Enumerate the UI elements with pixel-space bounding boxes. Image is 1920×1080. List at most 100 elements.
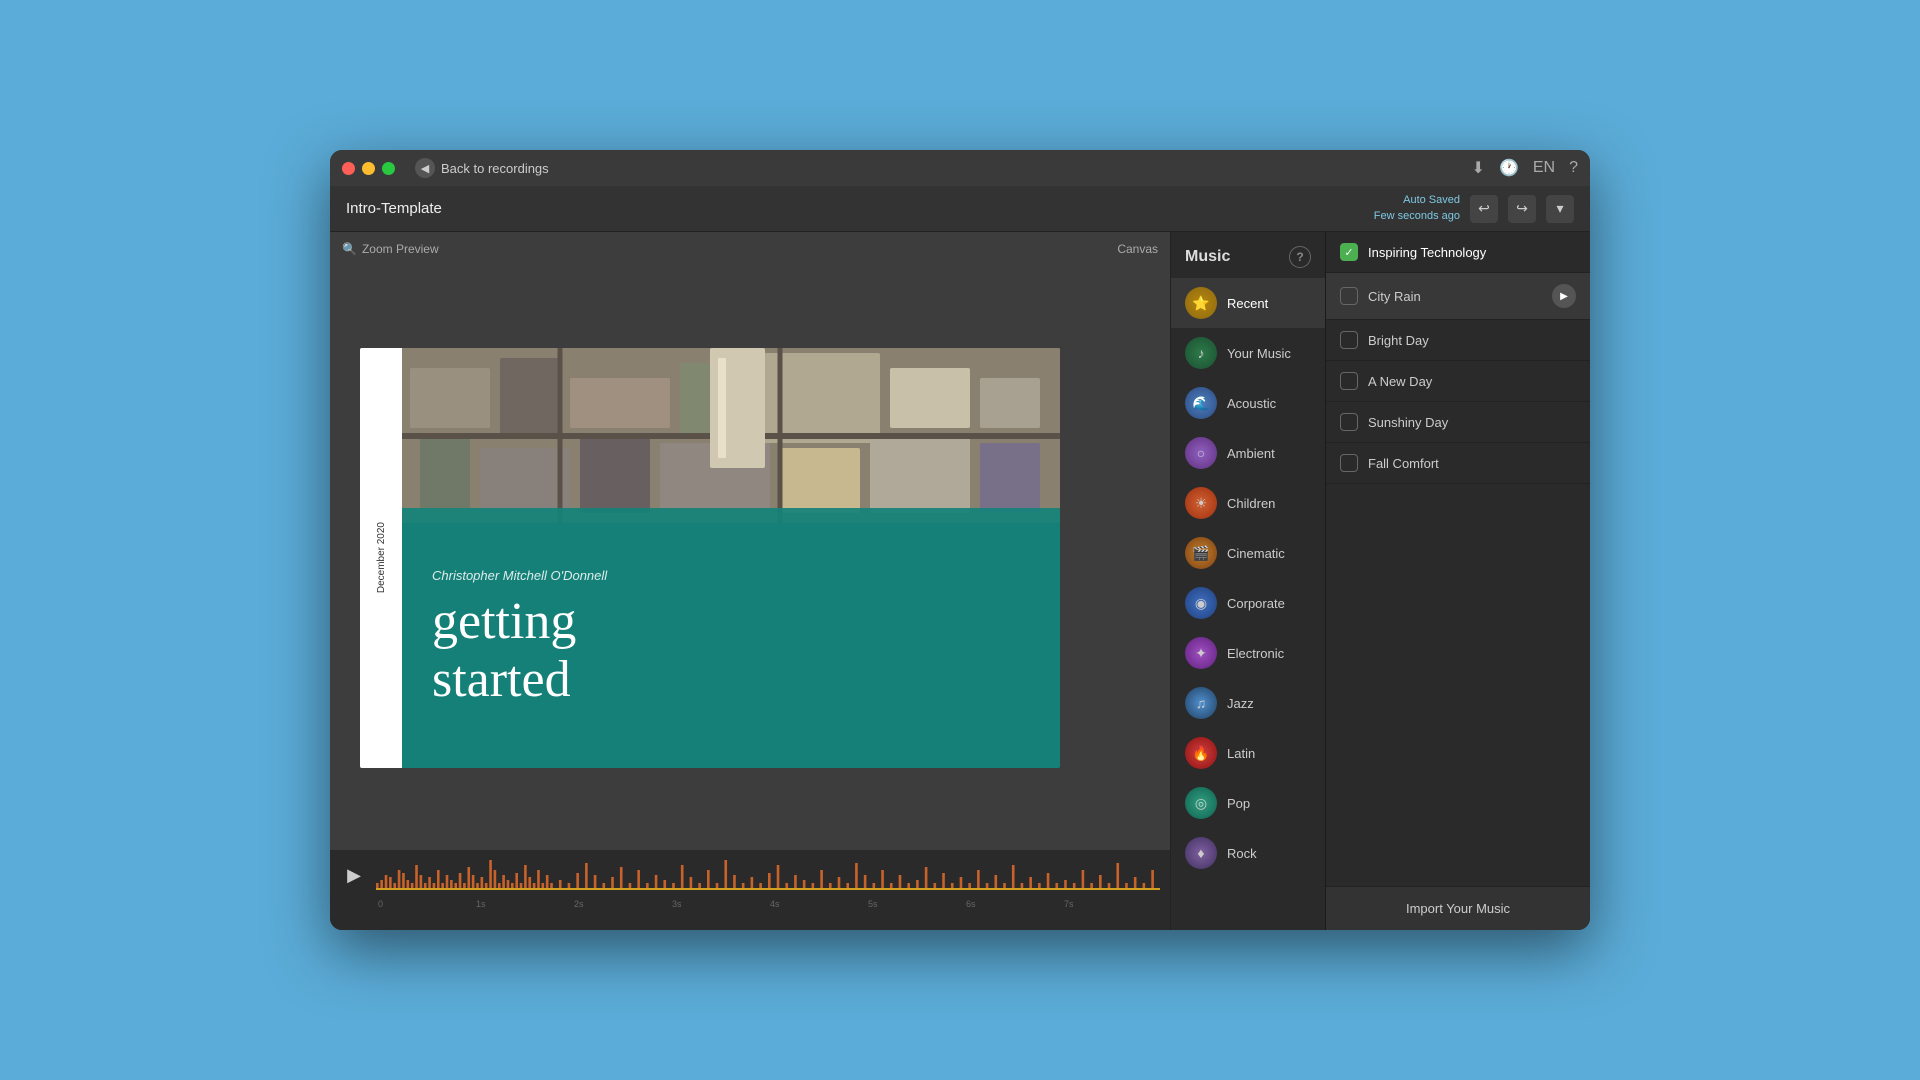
category-label-latin: Latin — [1227, 746, 1255, 761]
slide-content: Christopher Mitchell O'Donnell getting s… — [402, 508, 1060, 768]
maximize-button[interactable] — [382, 162, 395, 175]
ambient-icon: ○ — [1185, 437, 1217, 469]
auto-saved-status: Auto Saved Few seconds ago — [1374, 193, 1460, 224]
category-label-yourmusic: Your Music — [1227, 346, 1291, 361]
cinematic-icon: 🎬 — [1185, 537, 1217, 569]
track-name-cityrain: City Rain — [1368, 289, 1542, 304]
category-item-rock[interactable]: ♦ Rock — [1171, 828, 1325, 878]
track-name-sunshiny: Sunshiny Day — [1368, 415, 1576, 430]
ruler-mark-5s: 5s — [866, 899, 964, 909]
minimize-button[interactable] — [362, 162, 375, 175]
track-item-anewday[interactable]: A New Day — [1326, 361, 1590, 402]
track-checkbox-anewday[interactable] — [1340, 372, 1358, 390]
second-bar-right: Auto Saved Few seconds ago ↩ ↪ ▾ — [1374, 193, 1574, 224]
ruler-mark-6s: 6s — [964, 899, 1062, 909]
slide-date-bar: December 2020 — [360, 348, 402, 768]
track-item-cityrain[interactable]: City Rain ▶ — [1326, 273, 1590, 320]
track-checkbox-fallcomfort[interactable] — [1340, 454, 1358, 472]
track-name-inspiring: Inspiring Technology — [1368, 245, 1576, 260]
title-bar-right: ⬇ 🕐 EN ? — [1472, 158, 1578, 178]
ruler-mark-3s: 3s — [670, 899, 768, 909]
music-help-button[interactable]: ? — [1289, 246, 1311, 268]
canvas-toolbar-right: Canvas — [1117, 240, 1158, 258]
latin-icon: 🔥 — [1185, 737, 1217, 769]
track-item-brightday[interactable]: Bright Day — [1326, 320, 1590, 361]
rock-icon: ♦ — [1185, 837, 1217, 869]
slide-main-text: getting started — [432, 593, 1030, 707]
title-bar: ◀ Back to recordings ⬇ 🕐 EN ? — [330, 150, 1590, 186]
category-label-children: Children — [1227, 496, 1275, 511]
category-item-corporate[interactable]: ◉ Corporate — [1171, 578, 1325, 628]
category-label-pop: Pop — [1227, 796, 1250, 811]
traffic-lights — [342, 162, 395, 175]
children-icon: ☀ — [1185, 487, 1217, 519]
track-checkbox-inspiring[interactable]: ✓ — [1340, 243, 1358, 261]
timeline-ruler: 0 1s 2s 3s 4s 5s 6s 7s — [376, 899, 1160, 909]
language-selector[interactable]: EN — [1533, 159, 1555, 177]
track-checkbox-sunshiny[interactable] — [1340, 413, 1358, 431]
back-button[interactable]: ◀ Back to recordings — [415, 158, 549, 178]
back-label: Back to recordings — [441, 161, 549, 176]
track-list: ✓ Inspiring Technology City Rain ▶ Brigh… — [1326, 232, 1590, 930]
ruler-mark-0: 0 — [376, 899, 474, 909]
track-checkbox-brightday[interactable] — [1340, 331, 1358, 349]
category-label-acoustic: Acoustic — [1227, 396, 1276, 411]
category-label-corporate: Corporate — [1227, 596, 1285, 611]
canvas-toolbar: 🔍 Zoom Preview Canvas — [330, 232, 1170, 266]
help-icon[interactable]: ? — [1569, 159, 1578, 177]
track-name-anewday: A New Day — [1368, 374, 1576, 389]
timeline-track — [376, 855, 1160, 895]
slide[interactable]: December 2020 Christopher Mitchell O'Don… — [360, 348, 1060, 768]
import-music-button[interactable]: Import Your Music — [1326, 886, 1590, 930]
track-name-fallcomfort: Fall Comfort — [1368, 456, 1576, 471]
track-item-sunshiny[interactable]: Sunshiny Day — [1326, 402, 1590, 443]
more-options-button[interactable]: ▾ — [1546, 195, 1574, 223]
auto-saved-time: Few seconds ago — [1374, 209, 1460, 224]
pop-icon: ◎ — [1185, 787, 1217, 819]
category-item-cinematic[interactable]: 🎬 Cinematic — [1171, 528, 1325, 578]
ruler-mark-4s: 4s — [768, 899, 866, 909]
category-item-pop[interactable]: ◎ Pop — [1171, 778, 1325, 828]
play-button[interactable]: ▶ — [340, 861, 368, 889]
category-item-acoustic[interactable]: 🌊 Acoustic — [1171, 378, 1325, 428]
recent-icon: ⭐ — [1185, 287, 1217, 319]
category-item-jazz[interactable]: ♫ Jazz — [1171, 678, 1325, 728]
redo-button[interactable]: ↪ — [1508, 195, 1536, 223]
category-item-electronic[interactable]: ✦ Electronic — [1171, 628, 1325, 678]
undo-button[interactable]: ↩ — [1470, 195, 1498, 223]
category-item-yourmusic[interactable]: ♪ Your Music — [1171, 328, 1325, 378]
category-item-children[interactable]: ☀ Children — [1171, 478, 1325, 528]
category-item-ambient[interactable]: ○ Ambient — [1171, 428, 1325, 478]
timeline-bar: ▶ — [330, 850, 1170, 930]
category-item-latin[interactable]: 🔥 Latin — [1171, 728, 1325, 778]
electronic-icon: ✦ — [1185, 637, 1217, 669]
ruler-mark-2s: 2s — [572, 899, 670, 909]
track-item-inspiring[interactable]: ✓ Inspiring Technology — [1326, 232, 1590, 273]
auto-saved-label: Auto Saved — [1374, 193, 1460, 208]
category-label-cinematic: Cinematic — [1227, 546, 1285, 561]
yourmusic-icon: ♪ — [1185, 337, 1217, 369]
download-icon[interactable]: ⬇ — [1472, 158, 1485, 178]
acoustic-icon: 🌊 — [1185, 387, 1217, 419]
track-play-cityrain[interactable]: ▶ — [1552, 284, 1576, 308]
category-label-recent: Recent — [1227, 296, 1268, 311]
canvas-area: 🔍 Zoom Preview Canvas — [330, 232, 1170, 930]
zoom-preview-button[interactable]: 🔍 Zoom Preview — [342, 242, 439, 256]
track-item-fallcomfort[interactable]: Fall Comfort — [1326, 443, 1590, 484]
close-button[interactable] — [342, 162, 355, 175]
main-area: 🔍 Zoom Preview Canvas — [330, 232, 1590, 930]
app-window: ◀ Back to recordings ⬇ 🕐 EN ? Intro-Temp… — [330, 150, 1590, 930]
back-arrow-icon: ◀ — [415, 158, 435, 178]
ruler-mark-7s: 7s — [1062, 899, 1160, 909]
history-icon[interactable]: 🕐 — [1499, 158, 1519, 178]
zoom-preview-label: Zoom Preview — [362, 242, 439, 256]
category-label-rock: Rock — [1227, 846, 1257, 861]
slide-top-photo — [360, 348, 1060, 523]
corporate-icon: ◉ — [1185, 587, 1217, 619]
music-panel-title: Music — [1185, 248, 1230, 266]
canvas-label: Canvas — [1117, 242, 1158, 256]
category-item-recent[interactable]: ⭐ Recent — [1171, 278, 1325, 328]
project-title: Intro-Template — [346, 200, 442, 217]
category-label-electronic: Electronic — [1227, 646, 1284, 661]
track-checkbox-cityrain[interactable] — [1340, 287, 1358, 305]
